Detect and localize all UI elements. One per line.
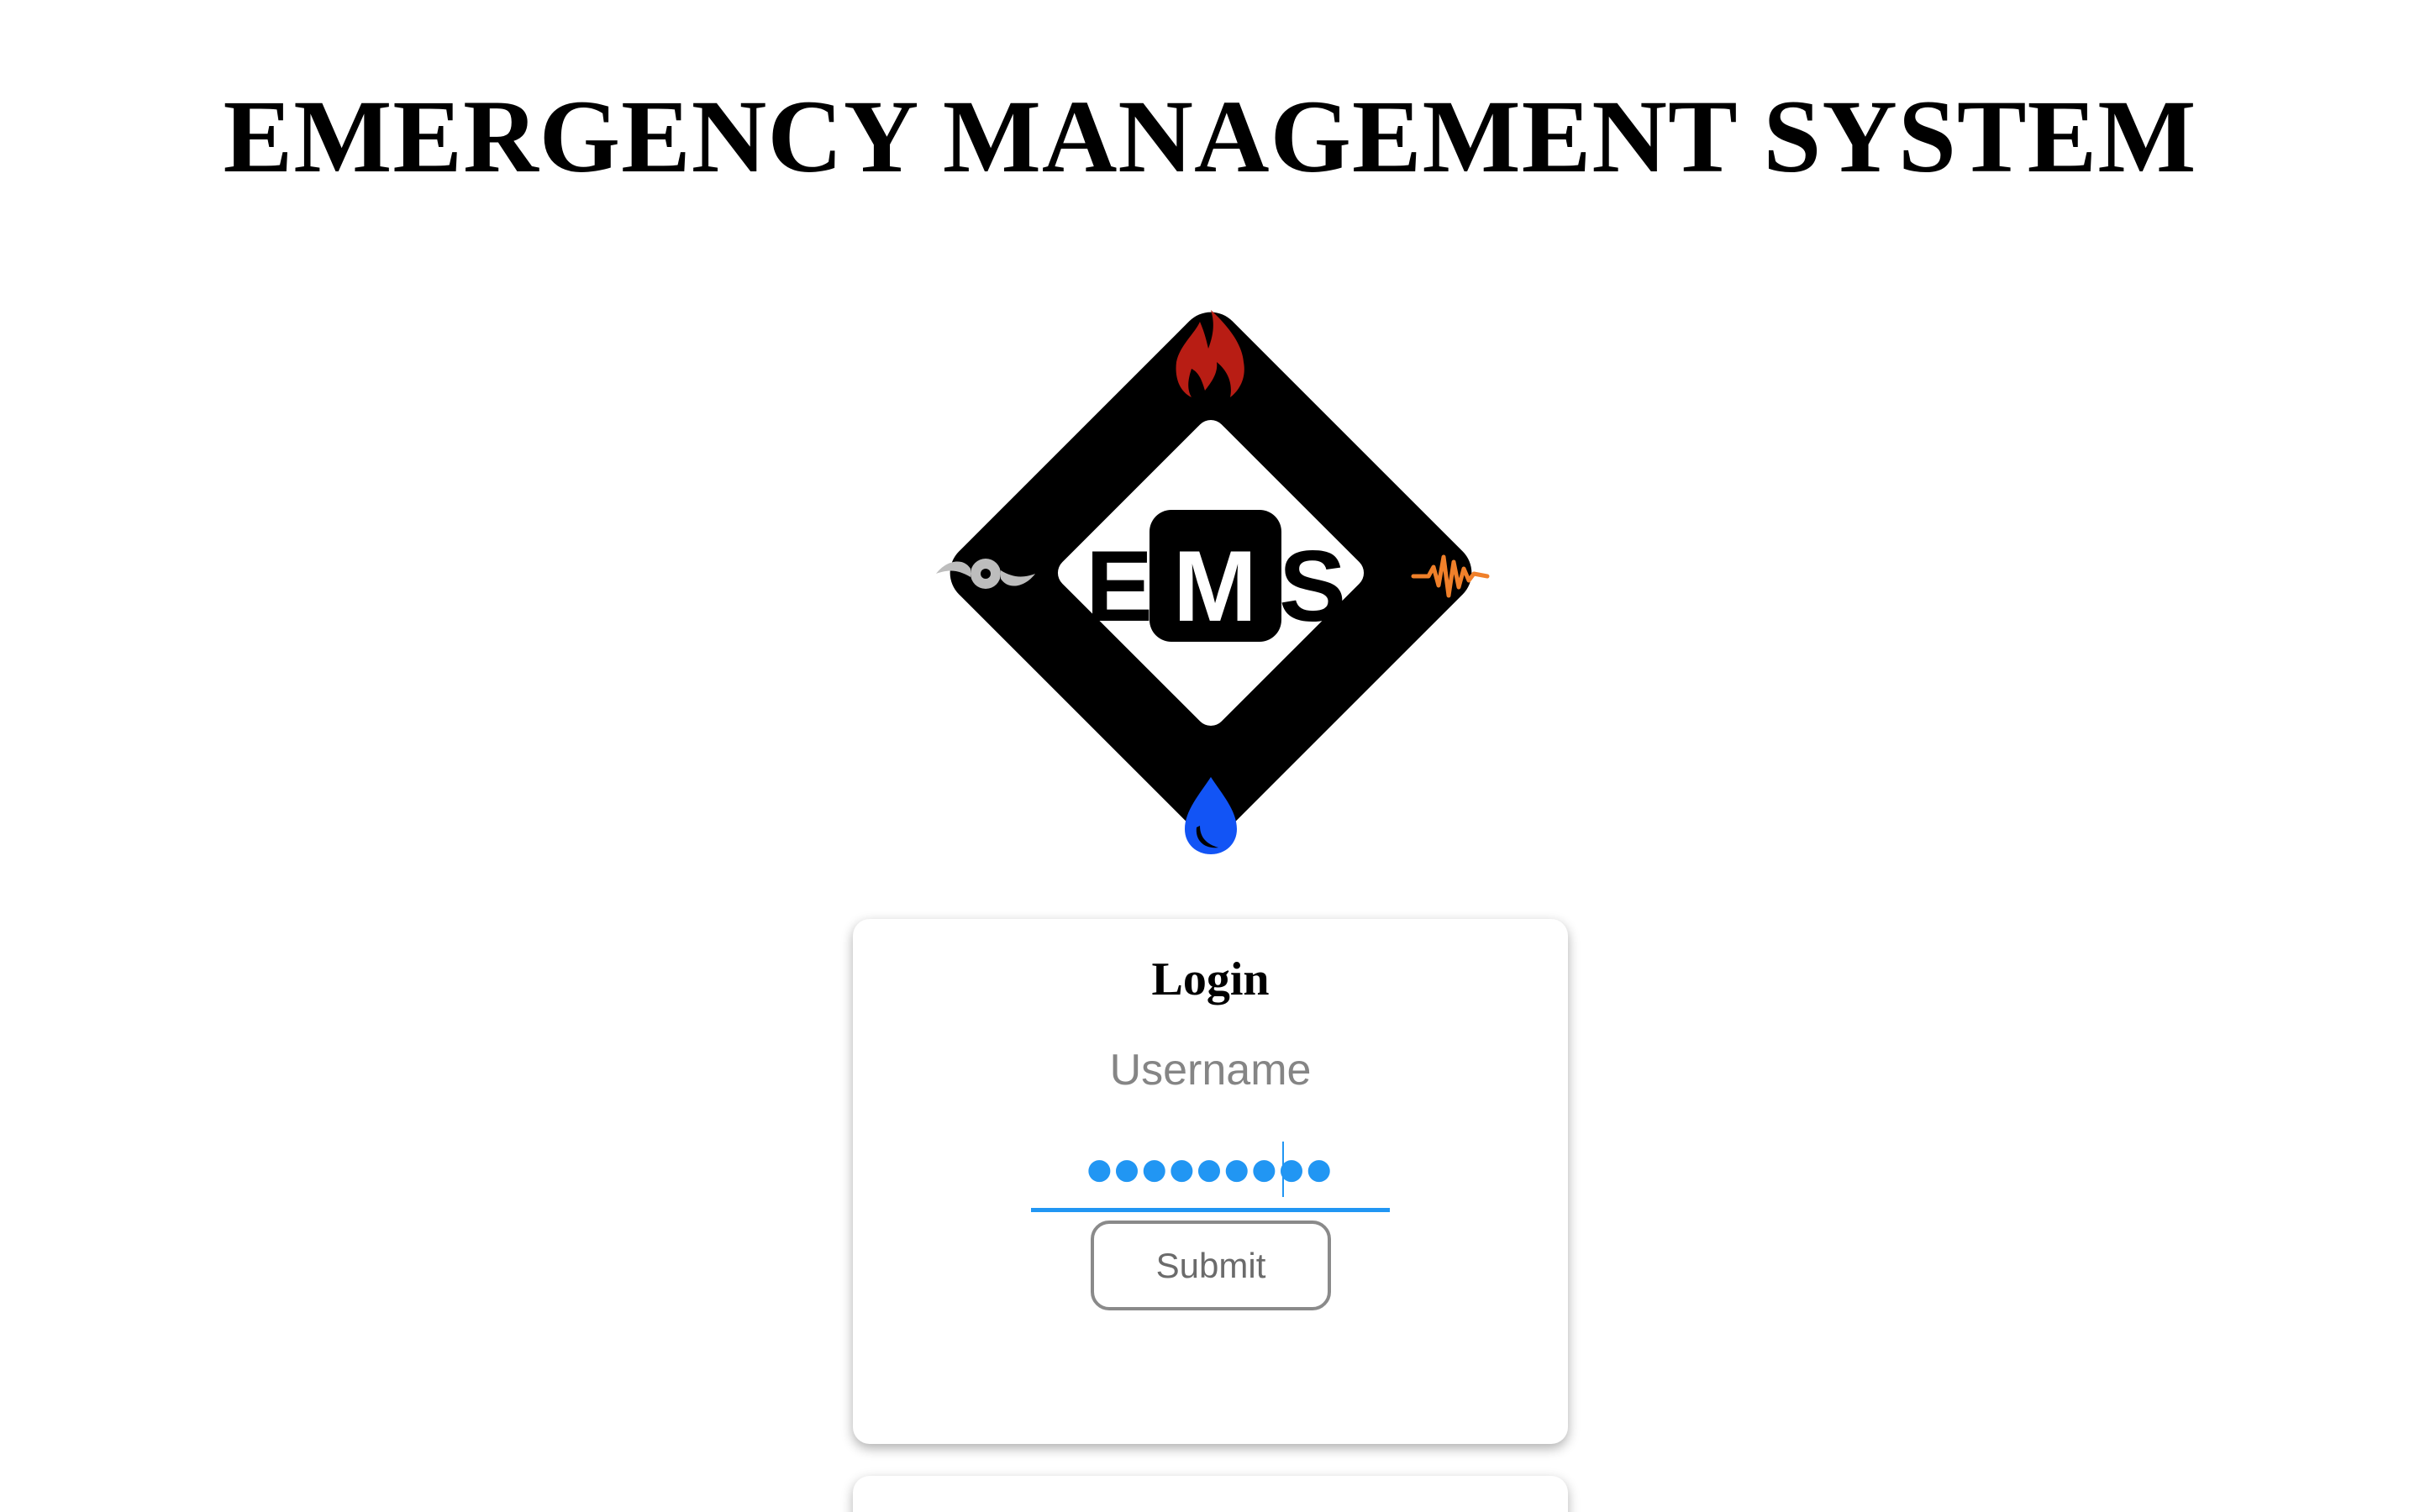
submit-button[interactable]: Submit: [1091, 1221, 1331, 1310]
login-title: Login: [1151, 953, 1270, 1005]
text-caret: [1282, 1142, 1284, 1197]
login-card: Login ●●●●●●●●● Submit: [853, 919, 1568, 1444]
password-masked-value: ●●●●●●●●●: [1086, 1152, 1334, 1186]
logo-letter-s: S: [1279, 530, 1346, 643]
password-input[interactable]: ●●●●●●●●●: [1031, 1129, 1390, 1212]
logo-letter-e: E: [1086, 530, 1153, 643]
secondary-card: [853, 1476, 1568, 1512]
logo-letter-m: M: [1173, 530, 1257, 643]
ems-logo: E M S: [913, 275, 1509, 871]
username-input[interactable]: [1031, 1037, 1390, 1104]
page-title: EMERGENCY MANAGEMENT SYSTEM: [223, 79, 2197, 194]
